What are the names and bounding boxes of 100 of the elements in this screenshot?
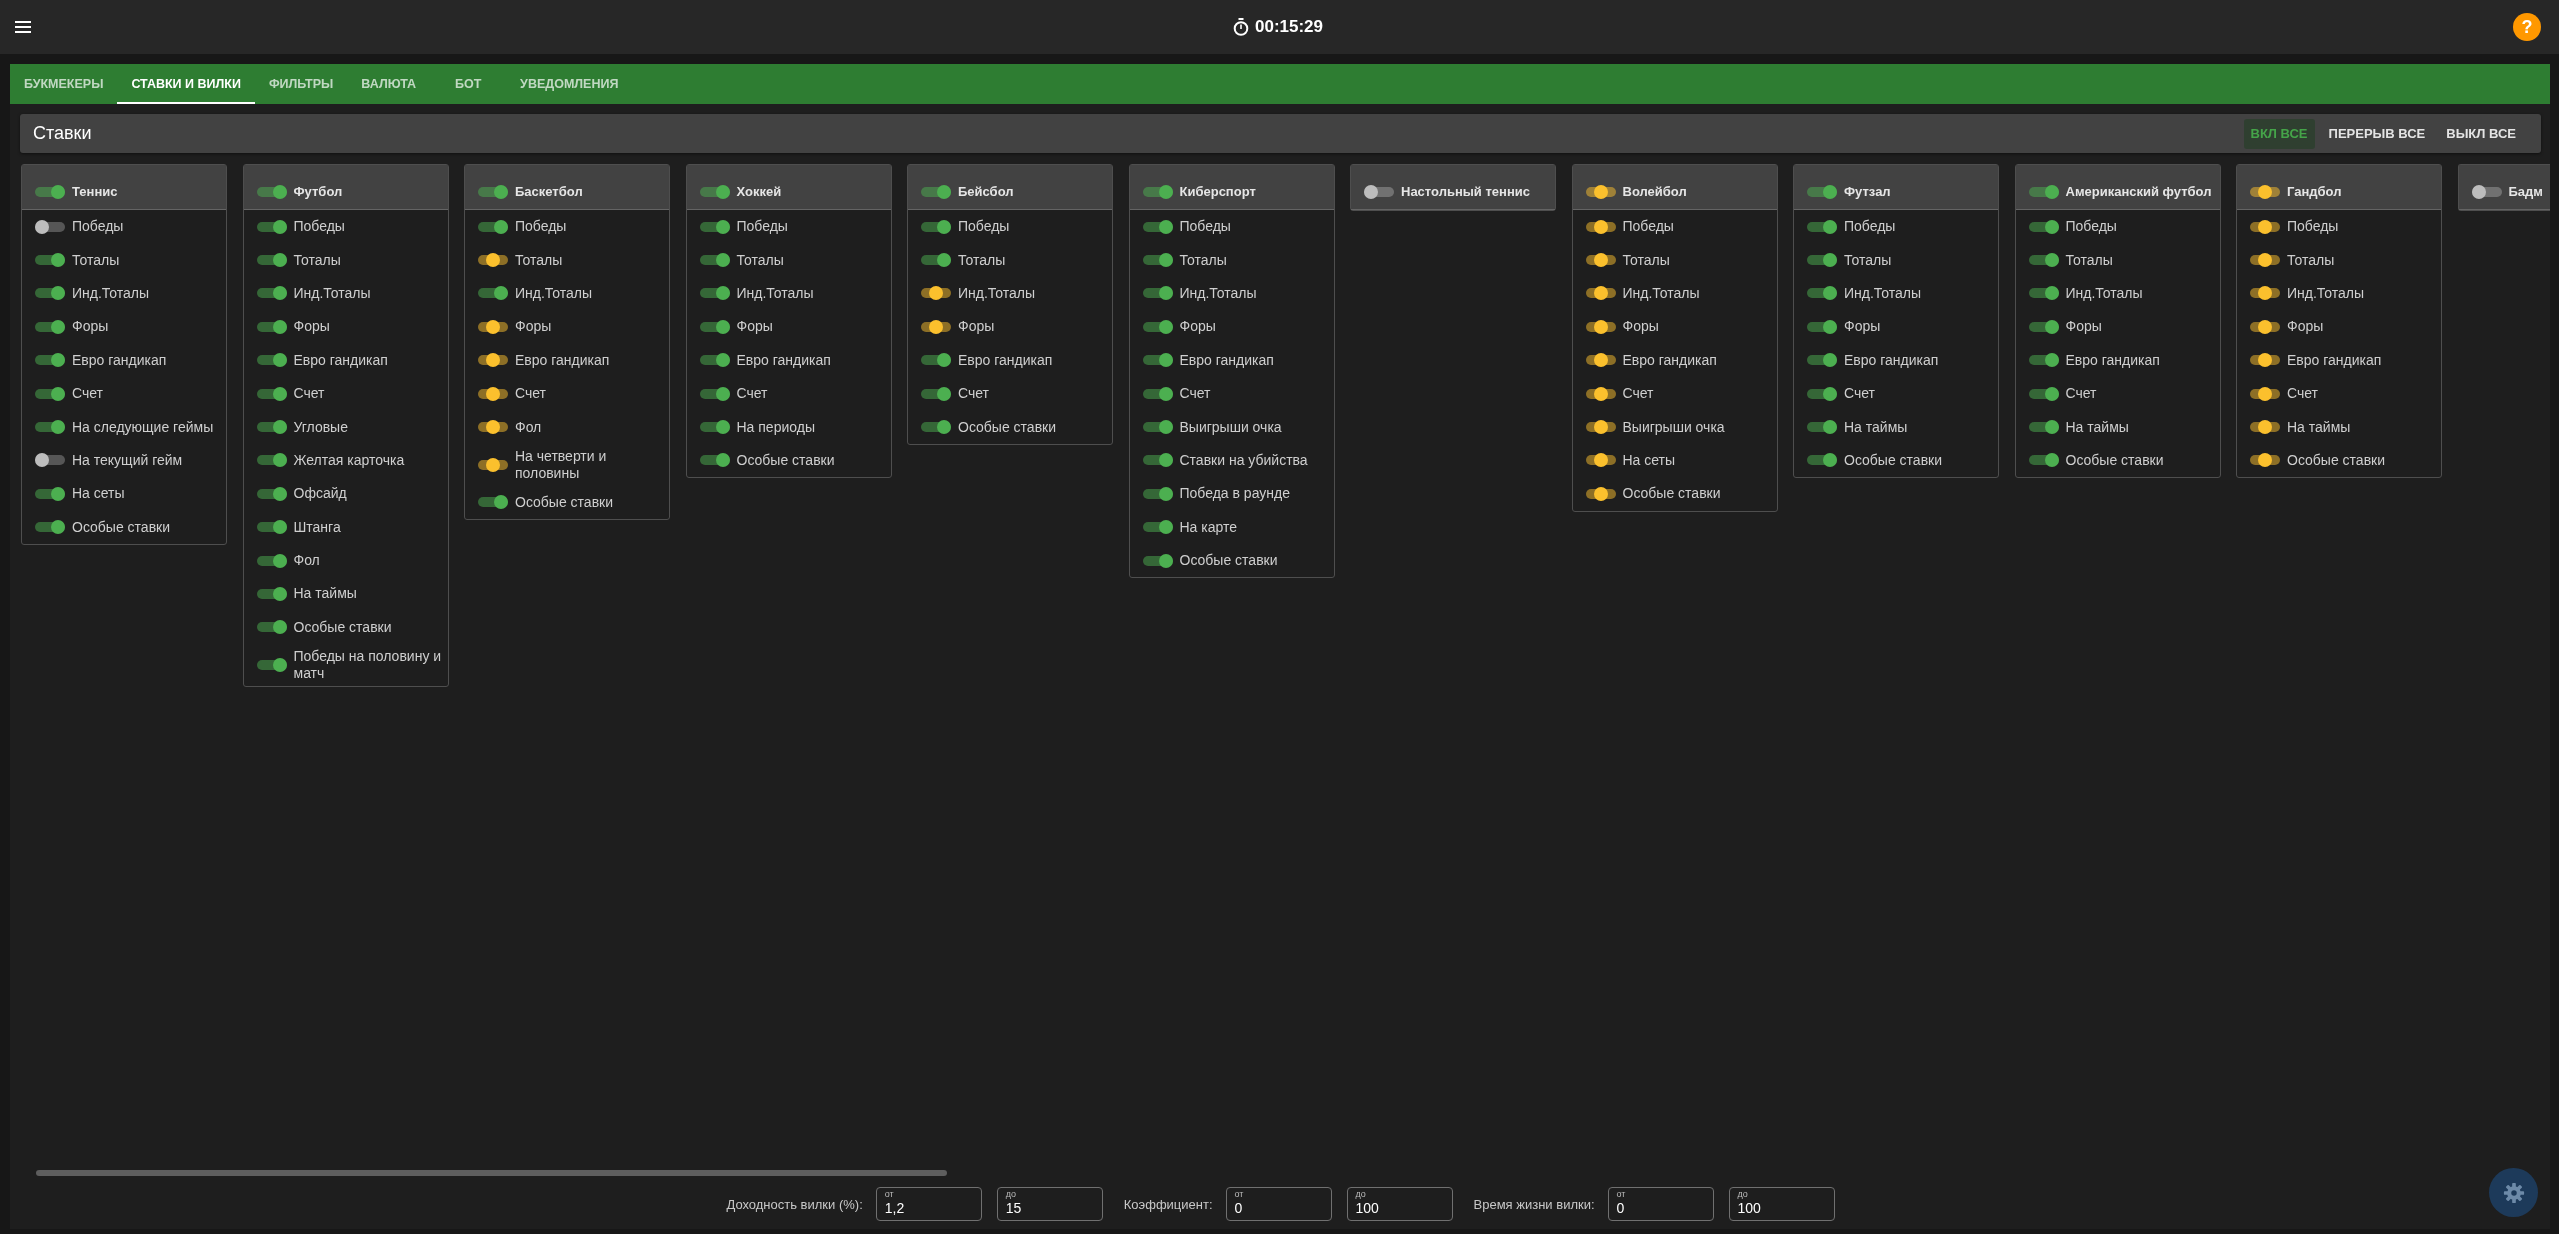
toggle-switch[interactable] <box>1364 184 1394 199</box>
horizontal-scrollbar[interactable] <box>36 1170 947 1176</box>
toggle-switch[interactable] <box>35 486 65 501</box>
toggle-switch[interactable] <box>1807 219 1837 234</box>
toggle-switch[interactable] <box>2471 184 2502 199</box>
toggle-switch[interactable] <box>2250 319 2280 334</box>
toggle-switch[interactable] <box>35 184 65 199</box>
toggle-switch[interactable] <box>478 184 508 199</box>
toggle-switch[interactable] <box>478 457 508 472</box>
toggle-switch[interactable] <box>2250 286 2280 301</box>
input-field[interactable]: до 100 <box>1728 1187 1835 1221</box>
toggle-switch[interactable] <box>2250 219 2280 234</box>
toggle-switch[interactable] <box>256 184 287 199</box>
toggle-switch[interactable] <box>921 253 951 268</box>
toggle-switch[interactable] <box>256 587 287 601</box>
toggle-switch[interactable] <box>478 319 508 334</box>
toggle-switch[interactable] <box>2250 353 2280 368</box>
toggle-switch[interactable] <box>1807 353 1837 368</box>
toggle-switch[interactable] <box>1142 319 1173 334</box>
toggle-switch[interactable] <box>256 553 287 568</box>
toggle-switch[interactable] <box>256 386 287 401</box>
toggle-switch[interactable] <box>1585 486 1616 501</box>
toggle-switch[interactable] <box>478 253 508 268</box>
toggle-switch[interactable] <box>35 253 65 268</box>
toggle-switch[interactable] <box>1585 319 1616 334</box>
toggle-switch[interactable] <box>478 386 508 401</box>
input-field[interactable]: от 0 <box>1607 1187 1714 1221</box>
toggle-switch[interactable] <box>2250 453 2280 468</box>
toggle-switch[interactable] <box>478 420 508 435</box>
toggle-switch[interactable] <box>921 386 951 401</box>
toggle-switch[interactable] <box>1142 219 1173 234</box>
toggle-switch[interactable] <box>2028 219 2059 234</box>
toggle-switch[interactable] <box>1142 253 1173 268</box>
tab[interactable]: СТАВКИ И ВИЛКИ <box>117 64 255 104</box>
toggle-switch[interactable] <box>256 319 287 334</box>
toggle-switch[interactable] <box>35 520 65 535</box>
toggle-switch[interactable] <box>256 620 287 635</box>
toggle-switch[interactable] <box>35 386 65 401</box>
toggle-switch[interactable] <box>2250 184 2280 199</box>
toggle-switch[interactable] <box>1585 353 1616 368</box>
toggle-switch[interactable] <box>256 486 287 501</box>
toggle-switch[interactable] <box>1807 453 1837 468</box>
toggle-switch[interactable] <box>1142 353 1173 368</box>
toggle-switch[interactable] <box>2028 319 2059 334</box>
toggle-switch[interactable] <box>1142 553 1173 568</box>
toggle-switch[interactable] <box>921 286 951 301</box>
input-field[interactable]: от 1,2 <box>875 1187 982 1221</box>
toolbar-button[interactable]: ВЫКЛ ВСЕ <box>2439 118 2523 149</box>
toggle-switch[interactable] <box>35 319 65 334</box>
toggle-switch[interactable] <box>2250 420 2280 435</box>
toggle-switch[interactable] <box>921 184 951 199</box>
toggle-switch[interactable] <box>256 453 287 468</box>
toggle-switch[interactable] <box>478 495 508 510</box>
toggle-switch[interactable] <box>1142 453 1173 468</box>
toggle-switch[interactable] <box>478 219 508 234</box>
toggle-switch[interactable] <box>256 420 287 435</box>
input-field[interactable]: от 0 <box>1225 1187 1332 1221</box>
toggle-switch[interactable] <box>2250 386 2280 401</box>
toggle-switch[interactable] <box>699 386 730 401</box>
toggle-switch[interactable] <box>35 353 65 368</box>
toggle-switch[interactable] <box>1585 420 1616 435</box>
toggle-switch[interactable] <box>256 253 287 268</box>
toggle-switch[interactable] <box>699 253 730 268</box>
toggle-switch[interactable] <box>256 658 287 673</box>
toggle-switch[interactable] <box>1585 219 1616 234</box>
toggle-switch[interactable] <box>1585 453 1616 468</box>
toggle-switch[interactable] <box>2028 253 2059 268</box>
toggle-switch[interactable] <box>35 286 65 301</box>
toggle-switch[interactable] <box>1585 386 1616 401</box>
toggle-switch[interactable] <box>1807 420 1837 435</box>
toggle-switch[interactable] <box>1142 420 1173 435</box>
toggle-switch[interactable] <box>2028 184 2059 199</box>
toggle-switch[interactable] <box>478 353 508 368</box>
toggle-switch[interactable] <box>256 286 287 301</box>
toggle-switch[interactable] <box>256 219 287 234</box>
toggle-switch[interactable] <box>256 520 287 535</box>
toggle-switch[interactable] <box>2028 353 2059 368</box>
toggle-switch[interactable] <box>2028 453 2059 468</box>
toggle-switch[interactable] <box>1142 184 1173 199</box>
toggle-switch[interactable] <box>478 286 508 301</box>
toggle-switch[interactable] <box>1585 286 1616 301</box>
toggle-switch[interactable] <box>1807 184 1837 199</box>
toggle-switch[interactable] <box>921 319 951 334</box>
toggle-switch[interactable] <box>699 353 730 368</box>
toggle-switch[interactable] <box>2028 420 2059 435</box>
toggle-switch[interactable] <box>699 453 730 468</box>
toggle-switch[interactable] <box>699 420 730 435</box>
toggle-switch[interactable] <box>1807 286 1837 301</box>
toggle-switch[interactable] <box>921 353 951 368</box>
toggle-switch[interactable] <box>1142 486 1173 501</box>
toggle-switch[interactable] <box>2028 386 2059 401</box>
toggle-switch[interactable] <box>256 353 287 368</box>
toggle-switch[interactable] <box>35 219 65 234</box>
toggle-switch[interactable] <box>1142 286 1173 301</box>
toggle-switch[interactable] <box>921 420 951 435</box>
toggle-switch[interactable] <box>2028 286 2059 301</box>
toggle-switch[interactable] <box>2250 253 2280 268</box>
toggle-switch[interactable] <box>699 219 730 234</box>
toggle-switch[interactable] <box>35 453 65 468</box>
toggle-switch[interactable] <box>1585 184 1616 199</box>
